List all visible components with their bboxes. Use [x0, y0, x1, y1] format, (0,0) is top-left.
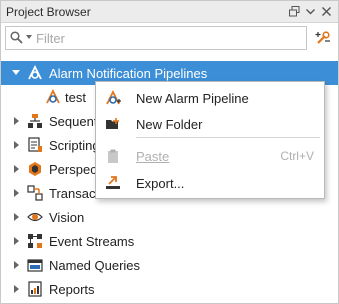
- tree-item-label: Sequent: [49, 114, 98, 129]
- tree-item-label: Transact: [49, 186, 100, 201]
- tree-item-label: Event Streams: [49, 234, 135, 249]
- menu-separator: [136, 137, 320, 138]
- collapsed-arrow-icon[interactable]: [13, 285, 21, 293]
- context-menu: New Alarm Pipeline New Folder Paste Ctrl…: [95, 81, 325, 199]
- tree-item-vision[interactable]: Vision: [1, 205, 338, 229]
- export-icon: [106, 176, 120, 189]
- collapsed-arrow-icon[interactable]: [13, 117, 21, 125]
- tree-item-named-queries[interactable]: Named Queries: [1, 253, 338, 277]
- panel-titlebar: Project Browser: [1, 1, 338, 23]
- collapsed-arrow-icon[interactable]: [13, 141, 21, 149]
- tree-item-label: test: [65, 90, 86, 105]
- menu-item-paste[interactable]: Paste Ctrl+V: [96, 143, 324, 169]
- expanded-arrow-icon[interactable]: [12, 69, 20, 77]
- vision-eye-icon: [27, 212, 43, 222]
- float-window-icon: [289, 6, 300, 17]
- tree-item-label: Scripting: [49, 138, 100, 153]
- menu-item-label: Paste: [136, 149, 170, 164]
- perspective-icon: [29, 162, 41, 176]
- close-button[interactable]: [319, 4, 334, 19]
- tree-item-event-streams[interactable]: Event Streams: [1, 229, 338, 253]
- search-icon[interactable]: [10, 31, 23, 44]
- menu-item-label: New Folder: [136, 117, 203, 132]
- collapsed-arrow-icon[interactable]: [13, 213, 21, 221]
- filter-settings-button[interactable]: [313, 28, 333, 48]
- event-streams-icon: [28, 234, 42, 248]
- collapsed-arrow-icon[interactable]: [13, 189, 21, 197]
- float-window-button[interactable]: [287, 4, 302, 19]
- collapsed-arrow-icon[interactable]: [13, 261, 21, 269]
- chevron-down-icon: [306, 9, 315, 15]
- tree-item-label: Vision: [49, 210, 85, 225]
- collapsed-arrow-icon[interactable]: [13, 237, 21, 245]
- report-icon: [28, 281, 42, 297]
- alarm-pipeline-icon: [106, 90, 121, 105]
- menu-item-new-folder[interactable]: New Folder: [96, 111, 324, 137]
- menu-item-label: New Alarm Pipeline: [136, 91, 249, 106]
- tree-item-label: Perspect: [49, 162, 101, 177]
- menu-item-new-alarm-pipeline[interactable]: New Alarm Pipeline: [96, 85, 324, 111]
- minimize-button[interactable]: [303, 4, 318, 19]
- menu-item-shortcut: Ctrl+V: [280, 149, 314, 163]
- collapsed-arrow-icon[interactable]: [13, 165, 21, 173]
- tree-item-reports[interactable]: Reports: [1, 277, 338, 301]
- alarm-pipeline-icon: [46, 89, 60, 104]
- filter-input[interactable]: [36, 29, 296, 47]
- alarm-pipeline-icon: [28, 65, 42, 80]
- new-folder-icon: [106, 118, 119, 129]
- filter-box[interactable]: [5, 26, 307, 50]
- search-dropdown-icon[interactable]: [26, 35, 32, 39]
- close-icon: [322, 7, 331, 16]
- tree-item-label: Reports: [49, 282, 95, 297]
- menu-item-label: Export...: [136, 176, 185, 191]
- paste-clipboard-icon: [108, 149, 118, 163]
- panel-title: Project Browser: [6, 5, 91, 19]
- project-browser-panel: Project Browser Filter Alarm Notificatio…: [0, 0, 339, 304]
- menu-item-export[interactable]: Export...: [96, 170, 324, 196]
- tree-item-label: Named Queries: [49, 258, 141, 273]
- transaction-group-icon: [27, 185, 43, 201]
- script-icon: [28, 137, 42, 152]
- tree-item-label: Alarm Notification Pipelines: [49, 66, 208, 81]
- sfc-icon: [28, 114, 42, 128]
- named-query-icon: [27, 259, 43, 272]
- filter-settings-icon: [315, 31, 330, 44]
